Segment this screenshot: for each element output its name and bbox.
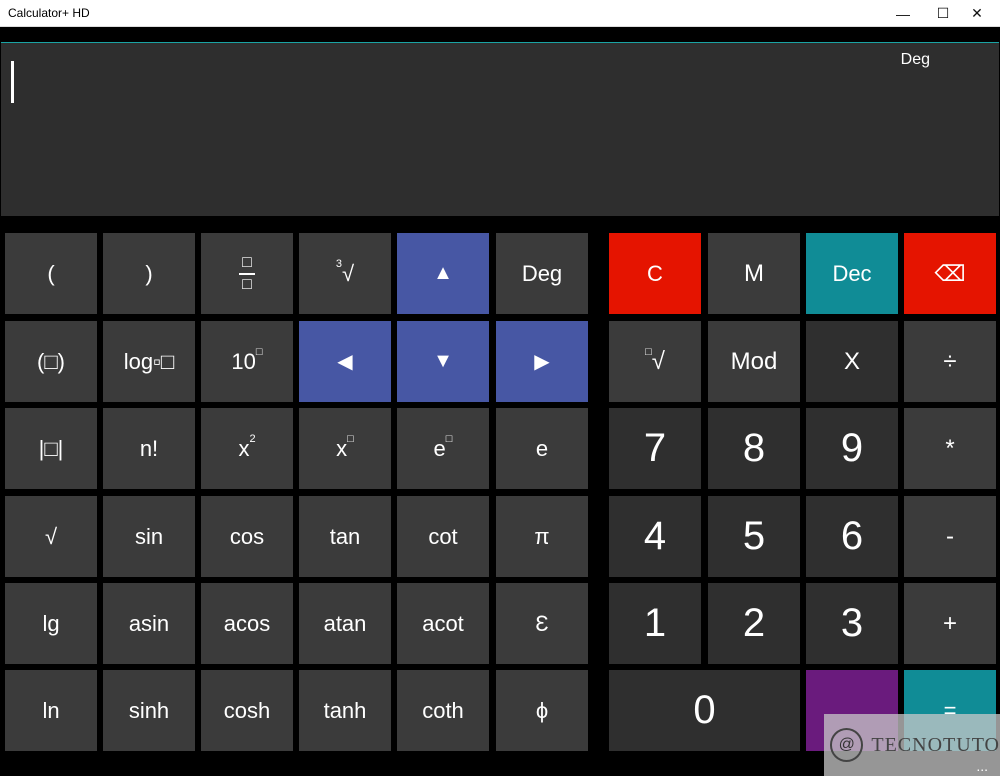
cosh-key[interactable]: cosh: [201, 670, 293, 751]
right-arrow-key[interactable]: ▶: [496, 321, 588, 402]
title-separator: [0, 27, 1000, 42]
nth-root-key[interactable]: □ √: [609, 321, 701, 402]
left-arrow-key[interactable]: ◀: [299, 321, 391, 402]
minus-key[interactable]: -: [904, 496, 996, 577]
acot-key[interactable]: acot: [397, 583, 489, 664]
cos-key[interactable]: cos: [201, 496, 293, 577]
multiply-key[interactable]: *: [904, 408, 996, 489]
exp-key[interactable]: e □: [397, 408, 489, 489]
digit-9-key[interactable]: 9: [806, 408, 898, 489]
epsilon-key[interactable]: Ɛ: [496, 583, 588, 664]
watermark: @ TECNOTUTO: [824, 714, 1000, 776]
up-arrow-key[interactable]: ▲: [397, 233, 489, 314]
ten-power-key[interactable]: 10 □: [201, 321, 293, 402]
digit-2-key[interactable]: 2: [708, 583, 800, 664]
digit-5-key[interactable]: 5: [708, 496, 800, 577]
fraction-icon: □ □: [239, 254, 255, 293]
triangle-left-icon: ◀: [337, 351, 353, 373]
e-constant-key[interactable]: e: [496, 408, 588, 489]
digit-7-key[interactable]: 7: [609, 408, 701, 489]
triangle-right-icon: ▶: [534, 351, 550, 373]
window-title: Calculator+ HD: [8, 6, 90, 20]
more-options-button[interactable]: ...: [976, 758, 988, 774]
expression-display[interactable]: Deg: [1, 42, 999, 216]
close-paren-key[interactable]: ): [103, 233, 195, 314]
acos-key[interactable]: acos: [201, 583, 293, 664]
phi-key[interactable]: ϕ: [496, 670, 588, 751]
memory-key[interactable]: M: [708, 233, 800, 314]
watermark-text: TECNOTUTO: [871, 733, 1000, 756]
paren-box-key[interactable]: (□): [5, 321, 97, 402]
digit-4-key[interactable]: 4: [609, 496, 701, 577]
coth-key[interactable]: coth: [397, 670, 489, 751]
factorial-key[interactable]: n!: [103, 408, 195, 489]
deg-key[interactable]: Deg: [496, 233, 588, 314]
clear-key[interactable]: C: [609, 233, 701, 314]
close-button[interactable]: ✕: [954, 0, 1000, 27]
text-cursor: [11, 61, 14, 103]
backspace-icon: ⌫: [934, 260, 966, 286]
digit-1-key[interactable]: 1: [609, 583, 701, 664]
abs-key[interactable]: |□|: [5, 408, 97, 489]
plus-key[interactable]: +: [904, 583, 996, 664]
mod-key[interactable]: Mod: [708, 321, 800, 402]
open-paren-key[interactable]: (: [5, 233, 97, 314]
backspace-key[interactable]: ⌫: [904, 233, 996, 314]
tanh-key[interactable]: tanh: [299, 670, 391, 751]
tan-key[interactable]: tan: [299, 496, 391, 577]
sqrt-key[interactable]: √: [5, 496, 97, 577]
log-base-key[interactable]: log▫□: [103, 321, 195, 402]
triangle-down-icon: ▼: [433, 350, 453, 372]
ln-key[interactable]: ln: [5, 670, 97, 751]
square-key[interactable]: x2: [201, 408, 293, 489]
angle-mode-indicator: Deg: [900, 51, 930, 68]
triangle-up-icon: ▲: [433, 262, 453, 284]
times-x-key[interactable]: X: [806, 321, 898, 402]
digit-6-key[interactable]: 6: [806, 496, 898, 577]
asin-key[interactable]: asin: [103, 583, 195, 664]
title-bar: Calculator+ HD — ☐ ✕: [0, 0, 1000, 27]
digit-0-key[interactable]: 0: [609, 670, 800, 751]
sinh-key[interactable]: sinh: [103, 670, 195, 751]
dec-key[interactable]: Dec: [806, 233, 898, 314]
sin-key[interactable]: sin: [103, 496, 195, 577]
cot-key[interactable]: cot: [397, 496, 489, 577]
atan-key[interactable]: atan: [299, 583, 391, 664]
digit-8-key[interactable]: 8: [708, 408, 800, 489]
cube-root-key[interactable]: 3 √: [299, 233, 391, 314]
lg-key[interactable]: lg: [5, 583, 97, 664]
pi-key[interactable]: π: [496, 496, 588, 577]
watermark-logo-icon: @: [830, 728, 864, 762]
fraction-key[interactable]: □ □: [201, 233, 293, 314]
power-key[interactable]: x □: [299, 408, 391, 489]
down-arrow-key[interactable]: ▼: [397, 321, 489, 402]
divide-key[interactable]: ÷: [904, 321, 996, 402]
digit-3-key[interactable]: 3: [806, 583, 898, 664]
